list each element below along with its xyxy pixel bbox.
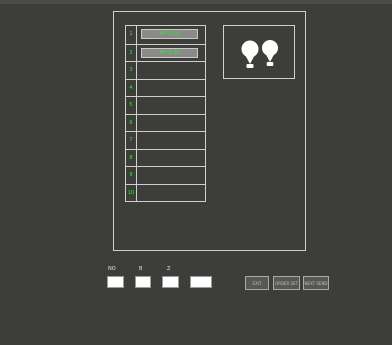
slot-row[interactable]: 8	[126, 148, 205, 166]
z-label: Z	[167, 266, 171, 272]
slot-row[interactable]: 4	[126, 78, 205, 96]
slot-number: 6	[126, 114, 137, 131]
no-field[interactable]	[107, 276, 124, 288]
extra-field[interactable]	[190, 276, 212, 288]
b-label: B	[139, 266, 143, 272]
slot-number: 9	[126, 167, 137, 184]
slot-number: 3	[126, 62, 137, 79]
slot-number: 4	[126, 79, 137, 96]
order-set-button[interactable]: ORDER SET	[273, 276, 300, 290]
slot-row[interactable]: 5	[126, 96, 205, 114]
slot-number: 10	[126, 184, 137, 201]
slot-list: 1 MP-0.00 2 MP-0.00 3 4 5 6 7 8 9 10	[125, 25, 206, 202]
slot-value-chip[interactable]: MP-0.00	[141, 47, 198, 58]
slot-row[interactable]: 10	[126, 183, 205, 201]
slot-row[interactable]: 6	[126, 113, 205, 131]
slot-row[interactable]: 7	[126, 131, 205, 149]
z-field[interactable]	[162, 276, 179, 288]
slot-value-chip[interactable]: MP-0.00	[141, 29, 198, 39]
slot-number: 1	[126, 26, 137, 44]
slot-number: 7	[126, 132, 137, 149]
top-strip	[0, 0, 392, 4]
no-label: NO	[108, 266, 116, 272]
exit-button[interactable]: EXIT	[245, 276, 269, 290]
next-send-button[interactable]: NEXT SEND	[303, 276, 329, 290]
slot-number: 2	[126, 44, 137, 61]
two-bulbs-icon	[241, 40, 278, 68]
slot-number: 5	[126, 97, 137, 114]
slot-row[interactable]: 1 MP-0.00	[126, 26, 205, 44]
slot-row[interactable]: 2 MP-0.00	[126, 43, 205, 61]
slot-row[interactable]: 9	[126, 166, 205, 184]
slot-number: 8	[126, 149, 137, 166]
slot-row[interactable]: 3	[126, 61, 205, 79]
b-field[interactable]	[135, 276, 151, 288]
bulb-indicator	[223, 25, 295, 79]
